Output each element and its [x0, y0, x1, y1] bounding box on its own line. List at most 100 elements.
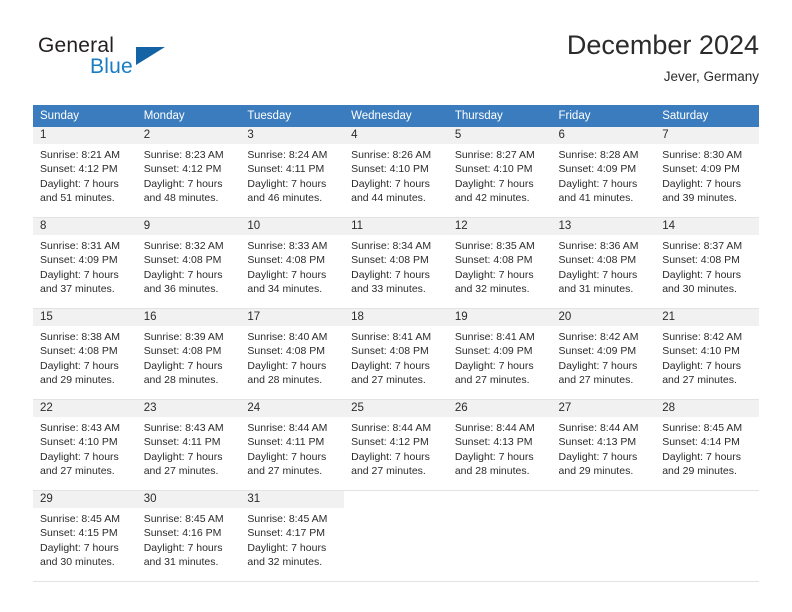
week-row-divider: [33, 581, 759, 582]
sunset-time: Sunset: 4:15 PM: [40, 527, 118, 540]
calendar-day-cell[interactable]: 18 Sunrise: 8:41 AM Sunset: 4:08 PM Dayligh…: [344, 309, 448, 399]
day-number: [447, 491, 552, 508]
calendar-body: 1 Sunrise: 8:21 AM Sunset: 4:12 PM Daylight…: [33, 127, 759, 582]
sunset-time: Sunset: 4:11 PM: [247, 436, 325, 449]
calendar-day-cell[interactable]: 6 Sunrise: 8:28 AM Sunset: 4:09 PM Daylight…: [551, 127, 656, 217]
location-subtitle: Jever, Germany: [663, 69, 759, 84]
sunset-time: Sunset: 4:08 PM: [247, 254, 326, 267]
daylight-duration-line2: and 27 minutes.: [247, 464, 323, 477]
daylight-duration-line1: Daylight: 7 hours: [351, 268, 430, 281]
day-details: Sunrise: 8:45 AM Sunset: 4:17 PM Daylight:…: [240, 508, 344, 569]
day-number: 27: [551, 400, 656, 417]
calendar-day-cell[interactable]: 17 Sunrise: 8:40 AM Sunset: 4:08 PM Dayligh…: [240, 309, 345, 399]
day-number: 4: [344, 127, 448, 144]
sunrise-time: Sunrise: 8:21 AM: [40, 149, 120, 161]
daylight-duration-line2: and 37 minutes.: [40, 282, 115, 295]
daylight-duration-line2: and 42 minutes.: [454, 191, 530, 204]
sunset-time: Sunset: 4:08 PM: [351, 254, 429, 267]
daylight-duration-line1: Daylight: 7 hours: [558, 268, 638, 281]
sunrise-time: Sunrise: 8:34 AM: [351, 240, 432, 252]
sunrise-time: Sunrise: 8:45 AM: [662, 422, 743, 434]
calendar-day-cell[interactable]: 3 Sunrise: 8:24 AM Sunset: 4:11 PM Daylight…: [240, 127, 345, 217]
weekday-header-sunday: Sunday: [33, 105, 137, 127]
calendar-day-cell[interactable]: 20 Sunrise: 8:42 AM Sunset: 4:09 PM Dayligh…: [551, 309, 656, 399]
calendar-day-cell[interactable]: 23 Sunrise: 8:43 AM Sunset: 4:11 PM Dayligh…: [136, 400, 241, 490]
day-details: Sunrise: 8:45 AM Sunset: 4:15 PM Daylight:…: [33, 508, 137, 569]
day-cell-inner: 13 Sunrise: 8:36 AM Sunset: 4:08 PM Dayligh…: [551, 218, 656, 308]
calendar-day-cell[interactable]: 4 Sunrise: 8:26 AM Sunset: 4:10 PM Daylight…: [344, 127, 448, 217]
day-cell-inner: 4 Sunrise: 8:26 AM Sunset: 4:10 PM Daylight…: [344, 127, 448, 217]
day-details: Sunrise: 8:44 AM Sunset: 4:13 PM Daylight:…: [552, 417, 656, 478]
day-details: Sunrise: 8:33 AM Sunset: 4:08 PM Daylight:…: [240, 235, 344, 296]
sunrise-time: Sunrise: 8:42 AM: [558, 331, 639, 343]
day-details: Sunrise: 8:35 AM Sunset: 4:08 PM Daylight:…: [448, 235, 552, 296]
day-number: 8: [33, 218, 137, 235]
daylight-duration-line1: Daylight: 7 hours: [143, 177, 223, 190]
daylight-duration-line2: and 46 minutes.: [247, 191, 323, 204]
day-number: 21: [655, 309, 759, 326]
calendar-day-cell[interactable]: 28 Sunrise: 8:45 AM Sunset: 4:14 PM Dayligh…: [655, 400, 759, 490]
calendar-day-cell[interactable]: 2 Sunrise: 8:23 AM Sunset: 4:12 PM Daylight…: [136, 127, 241, 217]
calendar-day-cell[interactable]: 30 Sunrise: 8:45 AM Sunset: 4:16 PM Dayligh…: [136, 491, 241, 581]
calendar-day-cell[interactable]: 24 Sunrise: 8:44 AM Sunset: 4:11 PM Dayligh…: [240, 400, 345, 490]
calendar-day-cell[interactable]: 26 Sunrise: 8:44 AM Sunset: 4:13 PM Dayligh…: [447, 400, 552, 490]
day-number: 29: [33, 491, 137, 508]
weekday-header-tuesday: Tuesday: [240, 105, 345, 127]
day-details: Sunrise: 8:36 AM Sunset: 4:08 PM Daylight:…: [552, 235, 656, 296]
day-details: Sunrise: 8:24 AM Sunset: 4:11 PM Daylight:…: [240, 144, 344, 205]
calendar-day-cell[interactable]: 15 Sunrise: 8:38 AM Sunset: 4:08 PM Dayligh…: [33, 309, 137, 399]
day-number: 30: [136, 491, 241, 508]
daylight-duration-line1: Daylight: 7 hours: [143, 541, 223, 554]
brand-logo[interactable]: General Blue: [33, 34, 253, 90]
calendar-day-cell[interactable]: 19 Sunrise: 8:41 AM Sunset: 4:09 PM Dayligh…: [447, 309, 552, 399]
calendar-day-cell[interactable]: 29 Sunrise: 8:45 AM Sunset: 4:15 PM Dayligh…: [33, 491, 137, 581]
calendar-day-cell[interactable]: 31 Sunrise: 8:45 AM Sunset: 4:17 PM Dayligh…: [240, 491, 345, 581]
daylight-duration-line1: Daylight: 7 hours: [143, 450, 223, 463]
day-details: Sunrise: 8:31 AM Sunset: 4:09 PM Daylight:…: [33, 235, 137, 296]
daylight-duration-line2: and 27 minutes.: [454, 373, 530, 386]
calendar-day-cell[interactable]: 9 Sunrise: 8:32 AM Sunset: 4:08 PM Daylight…: [136, 218, 241, 308]
day-cell-inner: 18 Sunrise: 8:41 AM Sunset: 4:08 PM Dayligh…: [344, 309, 448, 399]
calendar-day-cell[interactable]: 1 Sunrise: 8:21 AM Sunset: 4:12 PM Daylight…: [33, 127, 137, 217]
calendar-day-cell[interactable]: 13 Sunrise: 8:36 AM Sunset: 4:08 PM Dayligh…: [551, 218, 656, 308]
calendar-day-cell[interactable]: 11 Sunrise: 8:34 AM Sunset: 4:08 PM Dayligh…: [344, 218, 448, 308]
calendar-day-cell[interactable]: 5 Sunrise: 8:27 AM Sunset: 4:10 PM Daylight…: [447, 127, 552, 217]
daylight-duration-line1: Daylight: 7 hours: [558, 450, 638, 463]
daylight-duration-line2: and 32 minutes.: [454, 282, 530, 295]
day-number: 16: [136, 309, 241, 326]
day-details: Sunrise: 8:41 AM Sunset: 4:08 PM Daylight:…: [344, 326, 448, 387]
calendar-day-cell[interactable]: 10 Sunrise: 8:33 AM Sunset: 4:08 PM Dayligh…: [240, 218, 345, 308]
calendar-header-row: Sunday Monday Tuesday Wednesday Thursday…: [33, 105, 759, 127]
sunrise-time: Sunrise: 8:36 AM: [558, 240, 639, 252]
calendar-week-row: 15 Sunrise: 8:38 AM Sunset: 4:08 PM Dayligh…: [33, 309, 759, 399]
calendar-day-cell-empty: [344, 491, 448, 581]
calendar-day-cell-empty: [551, 491, 656, 581]
day-number: 12: [447, 218, 552, 235]
day-details: Sunrise: 8:44 AM Sunset: 4:11 PM Daylight:…: [240, 417, 344, 478]
day-number: 31: [240, 491, 345, 508]
calendar-day-cell[interactable]: 8 Sunrise: 8:31 AM Sunset: 4:09 PM Daylight…: [33, 218, 137, 308]
day-number: 9: [136, 218, 241, 235]
calendar-day-cell[interactable]: 7 Sunrise: 8:30 AM Sunset: 4:09 PM Daylight…: [655, 127, 759, 217]
calendar-day-cell[interactable]: 14 Sunrise: 8:37 AM Sunset: 4:08 PM Dayligh…: [655, 218, 759, 308]
daylight-duration-line2: and 31 minutes.: [143, 555, 219, 568]
daylight-duration-line1: Daylight: 7 hours: [454, 268, 534, 281]
day-details: Sunrise: 8:43 AM Sunset: 4:10 PM Daylight:…: [33, 417, 137, 478]
calendar-day-cell[interactable]: 21 Sunrise: 8:42 AM Sunset: 4:10 PM Dayligh…: [655, 309, 759, 399]
day-cell-inner: 6 Sunrise: 8:28 AM Sunset: 4:09 PM Daylight…: [551, 127, 656, 217]
day-number: 15: [33, 309, 137, 326]
sunrise-time: Sunrise: 8:41 AM: [454, 331, 535, 343]
daylight-duration-line1: Daylight: 7 hours: [662, 268, 742, 281]
calendar-day-cell[interactable]: 16 Sunrise: 8:39 AM Sunset: 4:08 PM Dayligh…: [136, 309, 241, 399]
daylight-duration-line1: Daylight: 7 hours: [40, 177, 119, 190]
calendar-day-cell[interactable]: 25 Sunrise: 8:44 AM Sunset: 4:12 PM Dayligh…: [344, 400, 448, 490]
sunset-time: Sunset: 4:08 PM: [247, 345, 326, 358]
calendar-day-cell[interactable]: 27 Sunrise: 8:44 AM Sunset: 4:13 PM Dayligh…: [551, 400, 656, 490]
day-details: [655, 508, 759, 512]
sunset-time: Sunset: 4:09 PM: [454, 345, 533, 358]
calendar-day-cell[interactable]: 22 Sunrise: 8:43 AM Sunset: 4:10 PM Dayligh…: [33, 400, 137, 490]
sunset-time: Sunset: 4:10 PM: [662, 345, 740, 358]
calendar-day-cell[interactable]: 12 Sunrise: 8:35 AM Sunset: 4:08 PM Dayligh…: [447, 218, 552, 308]
day-cell-inner: 16 Sunrise: 8:39 AM Sunset: 4:08 PM Dayligh…: [136, 309, 241, 399]
day-number: 28: [655, 400, 759, 417]
